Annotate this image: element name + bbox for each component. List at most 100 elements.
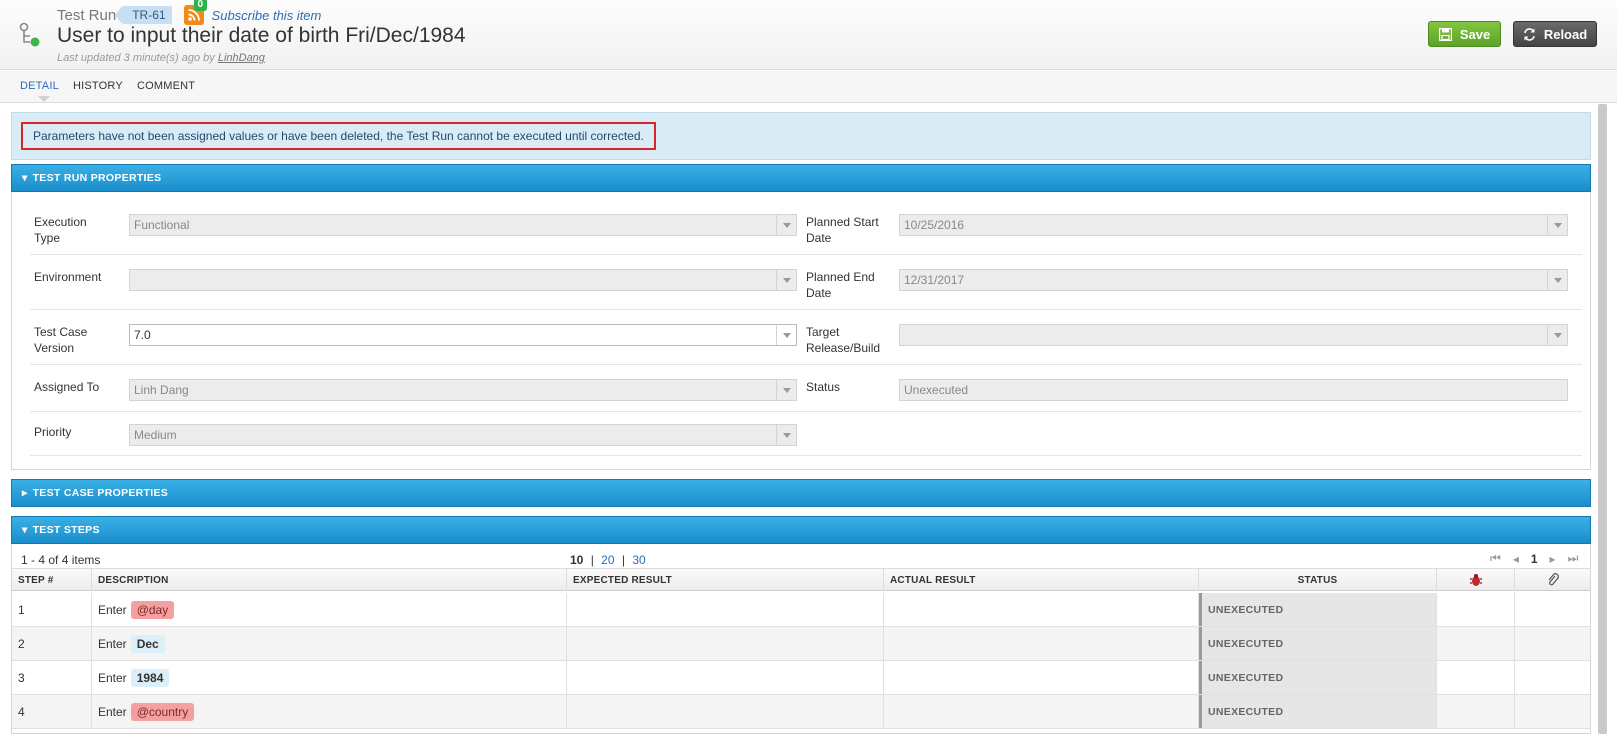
row-divider (30, 455, 1582, 456)
reload-button[interactable]: Reload (1513, 21, 1597, 47)
test-steps-header[interactable]: ▾ TEST STEPS (11, 516, 1591, 544)
column-header-attachments (1515, 569, 1590, 591)
step-status[interactable]: UNEXECUTED (1199, 661, 1437, 694)
updated-by-user-link[interactable]: LinhDang (218, 52, 265, 64)
planned-start-date-picker[interactable]: 10/25/2016 (899, 214, 1568, 236)
step-number: 4 (12, 695, 92, 728)
test-run-icon (19, 22, 40, 47)
column-header-status[interactable]: STATUS (1199, 569, 1437, 591)
actual-result-cell[interactable] (884, 695, 1199, 728)
current-page[interactable]: 1 (1531, 552, 1538, 566)
tab-history[interactable]: HISTORY (73, 80, 123, 92)
chevron-down-icon (1547, 215, 1567, 235)
test-steps-grid-header: STEP # DESCRIPTION EXPECTED RESULT ACTUA… (12, 568, 1590, 591)
item-type-label: Test Run (57, 6, 117, 24)
column-header-description[interactable]: DESCRIPTION (92, 569, 567, 591)
subscriber-count-badge: 0 (193, 0, 208, 11)
last-updated-text: Last updated 3 minute(s) ago by LinhDang (57, 52, 265, 64)
column-header-bugs (1437, 569, 1515, 591)
reload-button-label: Reload (1543, 26, 1588, 42)
chevron-down-icon (1547, 270, 1567, 290)
execution-type-select[interactable]: Functional (129, 214, 797, 236)
bug-icon (1469, 574, 1482, 586)
save-button[interactable]: Save (1428, 21, 1501, 47)
attachments-cell (1515, 593, 1590, 626)
collapse-caret-icon: ▾ (22, 172, 28, 184)
planned-end-date-value: 12/31/2017 (904, 273, 965, 287)
expected-result-cell (567, 661, 884, 694)
attachments-cell (1515, 661, 1590, 694)
execution-type-label: Execution Type (34, 215, 87, 245)
assigned-to-value: Linh Dang (134, 383, 189, 397)
subscribe-link[interactable]: Subscribe this item (212, 8, 322, 23)
test-run-properties-body: Execution Type Functional Environment Te… (11, 192, 1591, 470)
parameter-tag-unassigned: @day (130, 600, 175, 619)
row-divider (30, 411, 1582, 412)
column-header-step[interactable]: STEP # (12, 569, 92, 591)
step-status[interactable]: UNEXECUTED (1199, 695, 1437, 728)
save-icon (1438, 27, 1452, 41)
page-size-separator: | (590, 553, 594, 567)
page-size-option[interactable]: 10 (570, 553, 583, 567)
table-row[interactable]: 3 Enter 1984 UNEXECUTED (12, 661, 1590, 695)
test-case-properties-header[interactable]: ▸ TEST CASE PROPERTIES (11, 479, 1591, 507)
expected-result-cell (567, 695, 884, 728)
bugs-cell (1437, 627, 1515, 660)
test-case-version-label: Test Case Version (34, 325, 88, 355)
tab-comment[interactable]: COMMENT (137, 80, 195, 92)
step-status[interactable]: UNEXECUTED (1199, 627, 1437, 660)
assigned-to-select[interactable]: Linh Dang (129, 379, 797, 401)
rss-icon[interactable]: 0 (183, 0, 208, 25)
chevron-down-icon (776, 325, 796, 345)
chevron-down-icon (1547, 325, 1567, 345)
execution-type-value: Functional (134, 218, 190, 232)
first-page-icon[interactable]: ⏮ (1490, 551, 1501, 566)
breadcrumb: Test Run TR-61 0 Subscribe this item (57, 0, 322, 25)
table-row[interactable]: 4 Enter @country UNEXECUTED (12, 695, 1590, 729)
paperclip-icon (1548, 573, 1559, 586)
description-text: Enter (98, 670, 127, 685)
page-size-option[interactable]: 20 (601, 553, 614, 567)
assigned-to-label: Assigned To (34, 380, 100, 394)
tab-detail[interactable]: DETAIL (20, 80, 59, 92)
target-release-label: Target Release/Build (806, 325, 881, 355)
last-page-icon[interactable]: ⏭ (1568, 551, 1579, 566)
chevron-down-icon (776, 425, 796, 445)
item-id-badge: TR-61 (115, 6, 172, 24)
target-release-select[interactable] (899, 324, 1568, 346)
next-page-icon[interactable]: ▸ (1550, 552, 1556, 566)
column-header-expected-result[interactable]: EXPECTED RESULT (567, 569, 884, 591)
test-case-version-select[interactable]: 7.0 (129, 324, 797, 346)
actual-result-cell[interactable] (884, 661, 1199, 694)
test-run-properties-header[interactable]: ▾ TEST RUN PROPERTIES (11, 164, 1591, 192)
status-field: Unexecuted (899, 379, 1568, 401)
collapse-caret-icon: ▾ (22, 524, 28, 536)
actual-result-cell[interactable] (884, 593, 1199, 626)
planned-end-date-picker[interactable]: 12/31/2017 (899, 269, 1568, 291)
table-row[interactable]: 1 Enter @day UNEXECUTED (12, 593, 1590, 627)
actual-result-cell[interactable] (884, 627, 1199, 660)
planned-end-date-label: Planned End Date (806, 270, 875, 300)
step-number: 1 (12, 593, 92, 626)
table-row[interactable]: 2 Enter Dec UNEXECUTED (12, 627, 1590, 661)
parameter-tag-assigned: Dec (130, 634, 165, 653)
column-header-actual-result[interactable]: ACTUAL RESULT (884, 569, 1199, 591)
vertical-scrollbar[interactable] (1598, 104, 1607, 734)
pager: ⏮ ◂ 1 ▸ ⏭ (1490, 551, 1578, 566)
expected-result-cell (567, 627, 884, 660)
expand-caret-icon: ▸ (22, 487, 28, 499)
save-button-label: Save (1459, 26, 1491, 42)
bugs-cell (1437, 661, 1515, 694)
parameter-tag-unassigned: @country (130, 702, 195, 721)
chevron-down-icon (776, 270, 796, 290)
prev-page-icon[interactable]: ◂ (1513, 552, 1519, 566)
page-size-option[interactable]: 30 (632, 553, 645, 567)
panel-title: TEST RUN PROPERTIES (32, 172, 162, 184)
status-value: Unexecuted (904, 383, 969, 397)
description-text: Enter (98, 704, 127, 719)
priority-select[interactable]: Medium (129, 424, 797, 446)
step-status[interactable]: UNEXECUTED (1199, 593, 1437, 626)
priority-value: Medium (134, 428, 177, 442)
bugs-cell (1437, 695, 1515, 728)
environment-select[interactable] (129, 269, 797, 291)
